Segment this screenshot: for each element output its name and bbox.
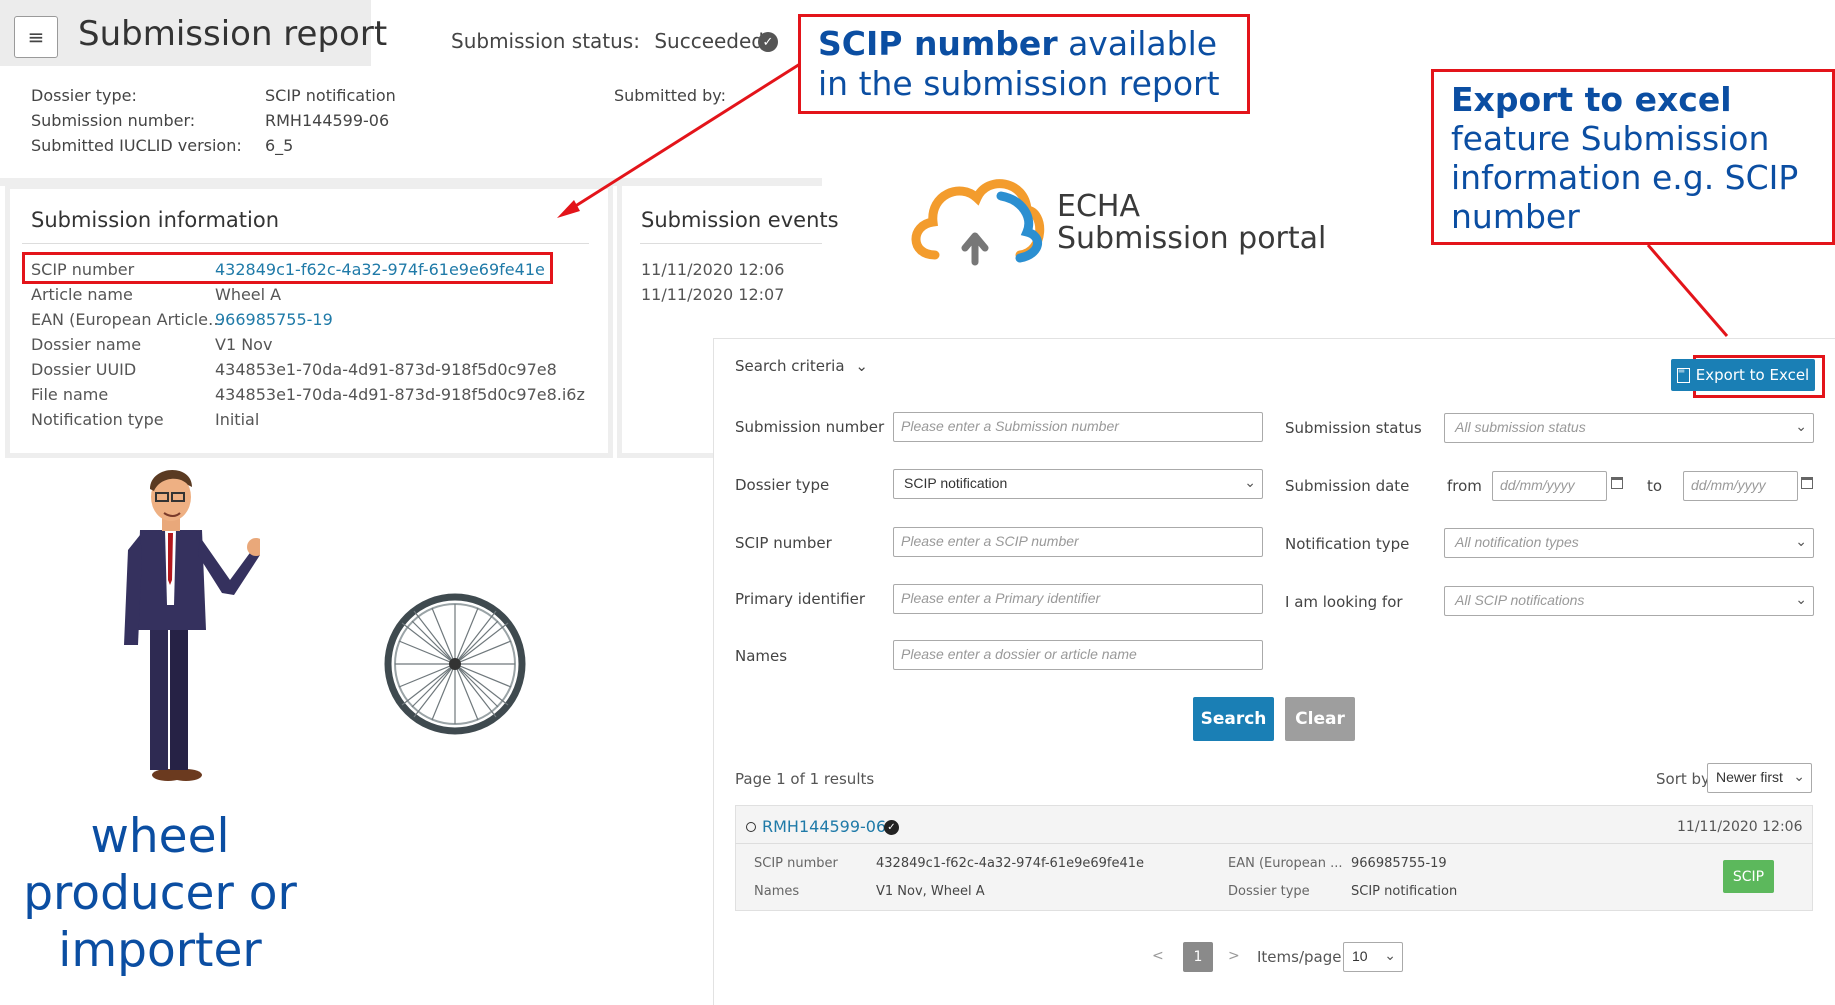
submission-status-value: All submission status: [1455, 419, 1586, 435]
chevron-down-icon: ⌄: [1793, 768, 1805, 784]
sort-label: Sort by: [1656, 770, 1710, 788]
chevron-down-icon: ⌄: [855, 357, 868, 375]
result-scip-label: SCIP number: [754, 856, 838, 871]
scip-number-label: SCIP number: [735, 534, 832, 552]
sort-select[interactable]: Newer first ⌄: [1707, 763, 1812, 793]
chevron-down-icon: ⌄: [1244, 474, 1256, 490]
date-from-label: from: [1447, 477, 1482, 495]
result-dossier-value: SCIP notification: [1351, 884, 1458, 899]
submission-number-input[interactable]: Please enter a Submission number: [893, 412, 1263, 442]
chevron-down-icon: ⌄: [1795, 418, 1807, 434]
names-input[interactable]: Please enter a dossier or article name: [893, 640, 1263, 670]
export-arrow-line: [1646, 244, 1729, 337]
check-circle-icon: ✓: [884, 820, 899, 835]
pagination-page[interactable]: 1: [1183, 942, 1213, 972]
echa-logo-subtitle: Submission portal: [1057, 221, 1327, 256]
result-ean-value: 966985755-19: [1351, 856, 1447, 871]
items-per-page-select[interactable]: 10 ⌄: [1343, 942, 1403, 972]
dossier-type-value: SCIP notification: [904, 475, 1008, 491]
result-ean-label: EAN (European ...: [1228, 856, 1343, 871]
result-names-label: Names: [754, 884, 800, 899]
dossier-type-label: Dossier type: [735, 476, 830, 494]
date-to-label: to: [1647, 477, 1663, 495]
persona-caption: wheel producer or importer: [0, 808, 320, 979]
chevron-down-icon: ⌄: [1795, 533, 1807, 549]
notification-type-value: All notification types: [1455, 534, 1579, 550]
persona-line1: wheel: [90, 809, 230, 864]
result-id-link[interactable]: RMH144599-06: [762, 817, 886, 836]
items-per-page-value: 10: [1352, 948, 1368, 964]
looking-for-label: I am looking for: [1285, 593, 1403, 611]
scip-badge: SCIP: [1723, 860, 1774, 893]
result-names-value: V1 Nov, Wheel A: [876, 884, 985, 899]
notification-type-label: Notification type: [1285, 535, 1410, 553]
expand-icon[interactable]: [746, 822, 756, 832]
search-criteria-label: Search criteria: [735, 357, 845, 375]
pagination-next[interactable]: >: [1228, 948, 1240, 964]
dossier-type-select[interactable]: SCIP notification ⌄: [893, 469, 1263, 499]
date-from-input[interactable]: dd/mm/yyyy: [1492, 471, 1607, 501]
spreadsheet-icon: ≡: [1676, 366, 1690, 383]
submission-status-select[interactable]: All submission status ⌄: [1444, 413, 1814, 443]
results-count: Page 1 of 1 results: [735, 770, 875, 788]
export-button-label: Export to Excel: [1695, 366, 1810, 384]
clear-button[interactable]: Clear: [1285, 697, 1355, 741]
chevron-down-icon: ⌄: [1795, 591, 1807, 607]
sort-value: Newer first: [1716, 769, 1783, 785]
looking-for-value: All SCIP notifications: [1455, 592, 1585, 608]
result-dossier-label: Dossier type: [1228, 884, 1310, 899]
echa-logo-title: ECHA: [1057, 189, 1140, 224]
chevron-down-icon: ⌄: [1384, 947, 1396, 963]
submission-number-label: Submission number: [735, 418, 885, 436]
pagination-prev[interactable]: <: [1152, 948, 1164, 964]
scip-arrow-line: [565, 62, 801, 214]
result-date: 11/11/2020 12:06: [1677, 819, 1803, 835]
cloud-upload-icon: [911, 179, 1045, 266]
scip-number-input[interactable]: Please enter a SCIP number: [893, 527, 1263, 557]
names-label: Names: [735, 647, 788, 665]
export-to-excel-button[interactable]: ≡ Export to Excel: [1671, 359, 1815, 391]
search-button[interactable]: Search: [1193, 697, 1274, 741]
submission-status-label: Submission status: [1285, 419, 1422, 437]
persona-line3: importer: [58, 923, 262, 978]
calendar-icon[interactable]: [1801, 477, 1813, 489]
primary-identifier-input[interactable]: Please enter a Primary identifier: [893, 584, 1263, 614]
items-per-page-label: Items/page: [1257, 948, 1342, 966]
primary-identifier-label: Primary identifier: [735, 590, 866, 608]
submission-date-label: Submission date: [1285, 477, 1410, 495]
wheel-icon: [384, 593, 526, 735]
businessman-illustration: [124, 469, 260, 781]
search-criteria-toggle[interactable]: Search criteria ⌄: [735, 357, 868, 375]
calendar-icon[interactable]: [1611, 477, 1623, 489]
persona-line2: producer or: [23, 866, 297, 921]
date-to-input[interactable]: dd/mm/yyyy: [1683, 471, 1798, 501]
scip-arrow-head: [557, 200, 580, 218]
result-scip-value: 432849c1-f62c-4a32-974f-61e9e69fe41e: [876, 856, 1144, 871]
divider: [735, 843, 1813, 844]
looking-for-select[interactable]: All SCIP notifications ⌄: [1444, 586, 1814, 616]
notification-type-select[interactable]: All notification types ⌄: [1444, 528, 1814, 558]
